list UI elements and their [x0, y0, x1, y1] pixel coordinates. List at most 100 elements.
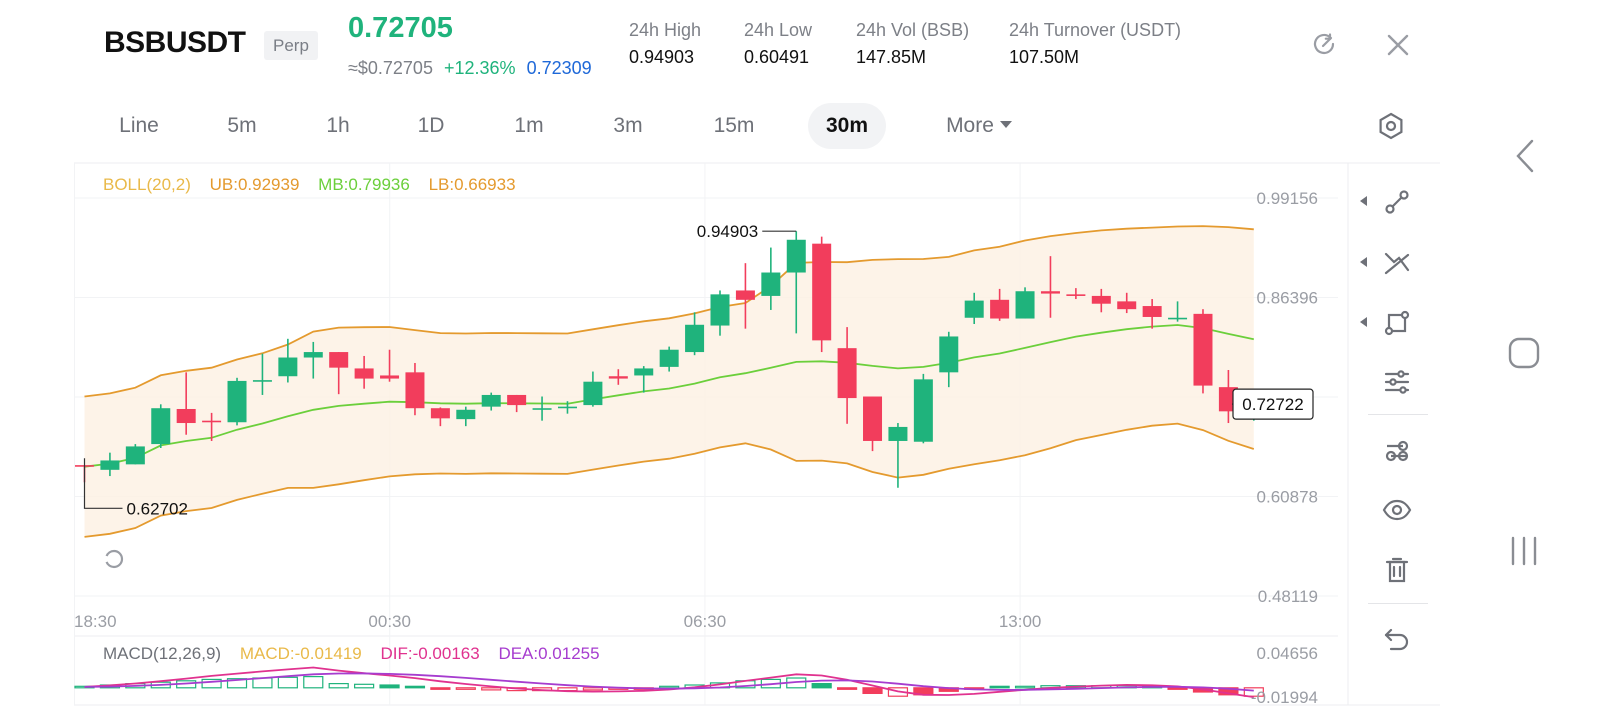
candle-body [710, 294, 730, 326]
macd-histogram-bar [354, 683, 375, 689]
time-tick-label: 00:30 [368, 612, 411, 631]
expand-arrow-icon[interactable] [1360, 257, 1368, 267]
candle-body [1040, 291, 1060, 294]
chart-reset-button [98, 543, 130, 575]
candle-body [990, 299, 1010, 319]
last-price: 0.72705 [348, 12, 453, 44]
rectangle-icon[interactable] [1380, 306, 1414, 340]
price-tick-label: 0.99156 [1257, 189, 1318, 208]
caret-down-icon [999, 120, 1012, 128]
candle-body [786, 239, 806, 273]
time-tick-label: 06:30 [684, 612, 727, 631]
macd-value: MACD:-0.01419 [239, 644, 362, 663]
candle-body [1193, 313, 1213, 386]
stat-label: 24h Turnover (USDT) [1009, 20, 1182, 40]
drawing-toolbar [1352, 170, 1442, 690]
tab-3m[interactable]: 3m [600, 103, 656, 149]
candle [812, 236, 832, 353]
stat-label: 24h Vol (BSB) [856, 20, 970, 40]
candle-body [659, 349, 679, 367]
tab-30m[interactable]: 30m [808, 103, 886, 149]
macd-histogram-bar [379, 684, 400, 689]
tab-1h[interactable]: 1h [312, 103, 364, 149]
stat-24h-turnover: 24h Turnover (USDT) 107.50M [1009, 20, 1181, 68]
toolbar-divider [1368, 414, 1428, 415]
tab-5m[interactable]: 5m [214, 103, 270, 149]
macd-histogram-bar [1014, 685, 1036, 689]
tab-15m[interactable]: 15m [700, 103, 768, 149]
undo-icon[interactable] [1380, 622, 1414, 656]
stat-24h-high: 24h High 0.94903 [629, 20, 701, 68]
candle [227, 377, 247, 426]
candle-body [176, 408, 196, 424]
candle-body [303, 352, 323, 358]
candle-body [964, 300, 984, 318]
candle-body [837, 348, 857, 399]
macd-histogram-bar [659, 685, 680, 689]
candle-body [329, 352, 349, 368]
boll-lower: LB:0.66933 [428, 175, 516, 194]
tab-more[interactable]: More [934, 103, 1024, 149]
macd-histogram-bar [303, 676, 324, 689]
candle-body [430, 408, 450, 419]
back-icon[interactable] [1510, 138, 1540, 174]
boll-middle: MB:0.79936 [318, 175, 410, 194]
candle-body [583, 381, 603, 406]
candle-body [761, 272, 781, 296]
candle-body [252, 380, 272, 382]
tab-line[interactable]: Line [108, 103, 170, 149]
stat-value: 0.94903 [629, 47, 695, 67]
candle-body [1015, 291, 1035, 319]
macd-histogram-bar [836, 687, 858, 690]
chart-canvas[interactable]: 0.99156 0.86396 0.60878 0.48119 18:30 00:30 06… [0, 160, 1445, 720]
trash-icon[interactable] [1380, 553, 1414, 587]
price-chart[interactable]: 0.99156 0.86396 0.60878 0.48119 18:30 00:30 06… [0, 160, 1445, 720]
trend-line-icon[interactable] [1380, 246, 1414, 280]
macd-histogram-bar [811, 683, 832, 689]
indicators-icon[interactable] [1380, 365, 1414, 399]
candle-body [1066, 294, 1086, 296]
dif-value: DIF:-0.00163 [380, 644, 480, 663]
candle-body [278, 357, 298, 377]
candle [125, 444, 145, 465]
boll-legend: BOLL(20,2) UB:0.92939 MB:0.79936 LB:0.66… [103, 175, 516, 195]
candle-body [939, 336, 959, 373]
dif-line [84, 666, 1254, 698]
candle-body [608, 376, 628, 379]
macd-histogram-bar [328, 683, 349, 689]
macd-panel [74, 666, 1264, 698]
macd-histogram-bar [862, 687, 883, 695]
connect-nodes-icon[interactable] [1380, 185, 1414, 219]
time-tick-label: 18:30 [74, 612, 117, 631]
symbol-name[interactable]: BSBUSDT [104, 26, 246, 60]
price-tick-label: 0.48119 [1258, 587, 1318, 606]
boll-upper: UB:0.92939 [209, 175, 300, 194]
chart-settings-icon[interactable] [1376, 111, 1406, 141]
boll-name: BOLL(20,2) [103, 175, 191, 194]
market-header: BSBUSDT Perp 0.72705 ≈$0.72705 +12.36% 0… [0, 0, 1480, 95]
candle-body [507, 394, 527, 406]
home-icon[interactable] [1507, 336, 1541, 370]
tab-1d[interactable]: 1D [404, 103, 458, 149]
candle-body [634, 368, 654, 376]
change-percent: +12.36% [443, 58, 516, 78]
expand-arrow-icon[interactable] [1360, 317, 1368, 327]
candle-body [202, 420, 222, 423]
macd-legend: MACD(12,26,9) MACD:-0.01419 DIF:-0.00163… [103, 644, 600, 664]
close-icon[interactable] [1383, 30, 1413, 60]
eye-icon[interactable] [1380, 493, 1414, 527]
tab-1m[interactable]: 1m [502, 103, 556, 149]
price-tick-label: 0.86396 [1257, 289, 1318, 308]
candle-body [456, 409, 476, 420]
candle-body [1091, 295, 1111, 304]
stat-label: 24h High [629, 20, 702, 40]
layers-icon[interactable] [1380, 434, 1414, 468]
recents-icon[interactable] [1508, 535, 1540, 567]
candle-body [100, 460, 120, 470]
time-tick-label: 13:00 [999, 612, 1042, 631]
candle-body [1168, 317, 1188, 320]
contract-type-badge: Perp [264, 31, 318, 60]
share-icon[interactable] [1309, 30, 1339, 60]
candle-body [532, 408, 552, 410]
expand-arrow-icon[interactable] [1360, 196, 1368, 206]
